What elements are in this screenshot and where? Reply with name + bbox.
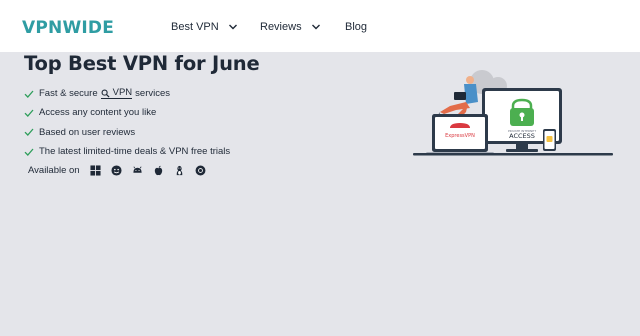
feature-item: The latest limited-time deals & VPN free… (24, 142, 230, 161)
feature-text: The latest limited-time deals & VPN free… (39, 146, 231, 158)
feature-text: Fast & secure (39, 88, 98, 100)
feature-text: Based on user reviews (39, 126, 136, 138)
feature-list: Fast & secure VPN services Access any co… (24, 84, 230, 161)
nav-best-vpn-label: Best VPN (171, 21, 219, 33)
page-title: Top Best VPN for June (24, 52, 260, 75)
vpn-devices-illustration: PRIVATE INTERNET ACCESS ExpressVPN (413, 70, 613, 156)
available-label: Available on (28, 165, 80, 176)
chrome-icon (195, 165, 206, 176)
chevron-down-icon (228, 22, 238, 32)
nav-blog-label: Blog (345, 21, 368, 33)
chevron-down-icon (311, 22, 321, 32)
nav-reviews[interactable]: Reviews (260, 21, 321, 33)
available-platforms: Available on (28, 165, 206, 176)
nav-reviews-label: Reviews (260, 21, 302, 33)
feature-item: Based on user reviews (24, 123, 230, 142)
macos-finder-icon (111, 165, 122, 176)
feature-item: Fast & secure VPN services (24, 84, 230, 103)
vpn-term-label: VPN (112, 87, 133, 99)
top-navbar: VPNWIDE Best VPN Reviews Blog (0, 0, 640, 52)
nav-blog[interactable]: Blog (345, 21, 367, 33)
windows-icon (90, 165, 101, 176)
nav-best-vpn[interactable]: Best VPN (171, 21, 238, 33)
vpn-glossary-term[interactable]: VPN (100, 87, 133, 100)
desk-line (413, 153, 613, 156)
check-icon (24, 128, 34, 137)
check-icon (24, 148, 34, 156)
laptop-brand: ExpressVPN (445, 133, 475, 139)
linux-icon (174, 165, 185, 176)
phone (543, 129, 556, 151)
check-icon (24, 90, 34, 98)
laptop: ExpressVPN (426, 114, 494, 155)
check-icon (24, 109, 34, 117)
search-icon (101, 89, 110, 98)
monitor-label: ACCESS (509, 132, 535, 140)
feature-item: Access any content you like (24, 103, 230, 122)
apple-icon (153, 165, 164, 176)
feature-text: services (135, 88, 170, 100)
android-icon (132, 165, 143, 176)
feature-text: Access any content you like (39, 107, 157, 119)
site-logo[interactable]: VPNWIDE (22, 18, 114, 38)
